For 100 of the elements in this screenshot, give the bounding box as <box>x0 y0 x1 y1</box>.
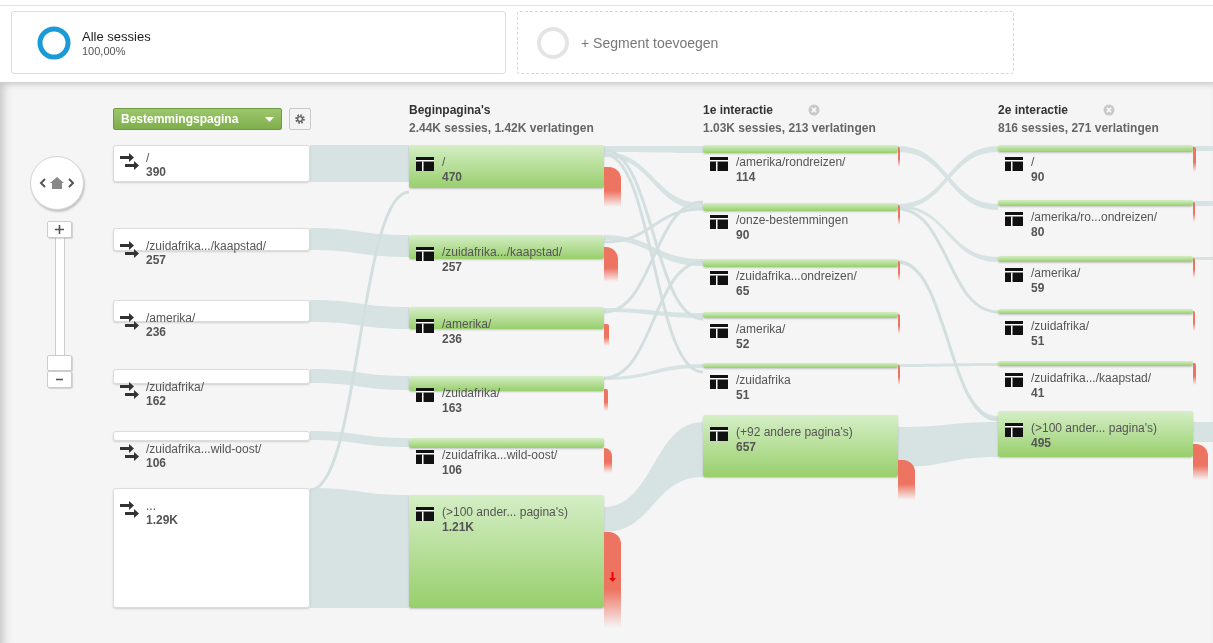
zoom-out-button[interactable] <box>47 371 72 388</box>
node-count: 236 <box>442 332 463 346</box>
column-title: 2e interactie <box>998 103 1069 117</box>
node-box[interactable] <box>113 369 310 384</box>
home-arrows-icon <box>39 175 75 191</box>
page-layout-icon <box>710 157 728 171</box>
entrance-arrows-icon <box>120 313 140 331</box>
page-layout-icon <box>1005 423 1023 437</box>
node-label: /amerika/rondreizen/ <box>736 155 846 169</box>
flow-band <box>1193 201 1213 206</box>
page-layout-icon <box>1005 321 1023 335</box>
node-bar[interactable] <box>998 411 1193 457</box>
node-label: (>100 ander... pagina's) <box>1031 421 1158 435</box>
segment-card[interactable]: Alle sessies 100,00% <box>11 11 506 74</box>
zoom-handle[interactable] <box>47 355 72 371</box>
node-count: 90 <box>736 228 750 242</box>
node-box[interactable] <box>113 431 310 441</box>
page-layout-icon <box>710 324 728 338</box>
drop-off-bar <box>898 460 915 500</box>
node-bar[interactable] <box>998 145 1193 152</box>
page-layout-icon <box>710 427 728 441</box>
node-bar[interactable] <box>998 200 1193 206</box>
page-layout-icon <box>1005 157 1023 171</box>
node-bar[interactable] <box>703 363 898 368</box>
node-label: (>100 ander... pagina's) <box>442 505 569 519</box>
column-summary: 816 sessies, 271 verlatingen <box>998 121 1159 135</box>
pan-control[interactable] <box>30 156 84 210</box>
node-bar[interactable] <box>703 259 898 267</box>
page-layout-icon <box>710 215 728 229</box>
segment-percentage: 100,00% <box>82 44 127 57</box>
node-label: /amerika/ro...ondreizen/ <box>1031 210 1158 224</box>
page-layout-icon <box>416 247 434 261</box>
node-count: 106 <box>442 463 463 477</box>
node-box[interactable] <box>113 488 310 608</box>
node-count: 495 <box>1031 436 1052 450</box>
ring-icon <box>536 25 570 60</box>
entrance-arrows-icon <box>120 501 140 519</box>
close-icon[interactable] <box>808 104 820 116</box>
node-bar[interactable] <box>998 361 1193 366</box>
node-label: /zuidafrika/ <box>146 380 205 394</box>
node-bar[interactable] <box>703 145 898 153</box>
node-label: /zuidafrika...wild-oost/ <box>442 448 558 462</box>
node-bar[interactable] <box>998 309 1193 314</box>
node-count: 80 <box>1031 225 1045 239</box>
node-count: 390 <box>146 165 167 179</box>
close-icon[interactable] <box>1103 104 1115 116</box>
segment-name: Alle sessies <box>82 28 151 44</box>
drop-off-bar <box>604 389 608 411</box>
node-count: 41 <box>1031 386 1045 400</box>
node-box[interactable] <box>113 145 310 182</box>
zoom-in-button[interactable] <box>47 221 72 238</box>
node-box[interactable] <box>113 228 310 251</box>
node-count: 1.21K <box>442 520 475 534</box>
settings-icon <box>294 113 306 125</box>
node-label: / <box>442 155 446 169</box>
node-bar[interactable] <box>409 307 604 329</box>
add-segment-label: + Segment toevoegen <box>581 34 719 51</box>
entrance-arrows-icon <box>120 241 140 259</box>
node-label: /zuidafrika...wild-oost/ <box>146 442 262 456</box>
node-count: 163 <box>442 401 463 415</box>
add-segment-card[interactable]: + Segment toevoegen <box>517 11 1014 74</box>
node-count: 65 <box>736 284 750 298</box>
drop-off-bar <box>1193 147 1196 172</box>
drop-off-bar <box>604 448 612 473</box>
flow-band <box>1193 146 1213 151</box>
node-bar[interactable] <box>703 415 898 477</box>
node-count: 657 <box>736 440 757 454</box>
node-label: /zuidafrika/ <box>1031 319 1090 333</box>
settings-button[interactable] <box>289 108 311 130</box>
node-bar[interactable] <box>998 256 1193 262</box>
node-label: /zuidafrika.../kaapstad/ <box>1031 371 1152 385</box>
node-bar[interactable] <box>409 235 604 259</box>
node-bar[interactable] <box>409 438 604 448</box>
node-count: 51 <box>736 388 750 402</box>
node-bar[interactable] <box>703 203 898 211</box>
node-label: (+92 andere pagina's) <box>736 425 853 439</box>
node-label: /zuidafrika.../kaapstad/ <box>442 245 563 259</box>
plus-icon <box>55 225 64 234</box>
node-label: /amerika/ <box>146 311 196 325</box>
node-bar[interactable] <box>409 145 604 188</box>
node-box[interactable] <box>113 300 310 322</box>
page-layout-icon <box>416 450 434 464</box>
drop-off-bar <box>1193 363 1196 385</box>
ring-icon <box>37 25 71 60</box>
node-label: / <box>1031 155 1035 169</box>
drop-off-bar <box>604 324 609 346</box>
column-summary: 2.44K sessies, 1.42K verlatingen <box>409 121 594 135</box>
page-layout-icon <box>416 507 434 521</box>
flow-band <box>1193 422 1213 442</box>
node-count: 470 <box>442 170 463 184</box>
node-count: 90 <box>1031 170 1045 184</box>
node-label: ... <box>146 499 156 513</box>
node-bar[interactable] <box>409 495 604 608</box>
page-layout-icon <box>710 271 728 285</box>
node-bar[interactable] <box>703 312 898 318</box>
entrance-arrows-icon <box>120 153 140 171</box>
column-title: Beginpagina's <box>409 103 491 117</box>
node-count: 257 <box>442 260 463 274</box>
drop-off-bar <box>604 167 621 207</box>
drop-off-bar <box>604 247 618 282</box>
